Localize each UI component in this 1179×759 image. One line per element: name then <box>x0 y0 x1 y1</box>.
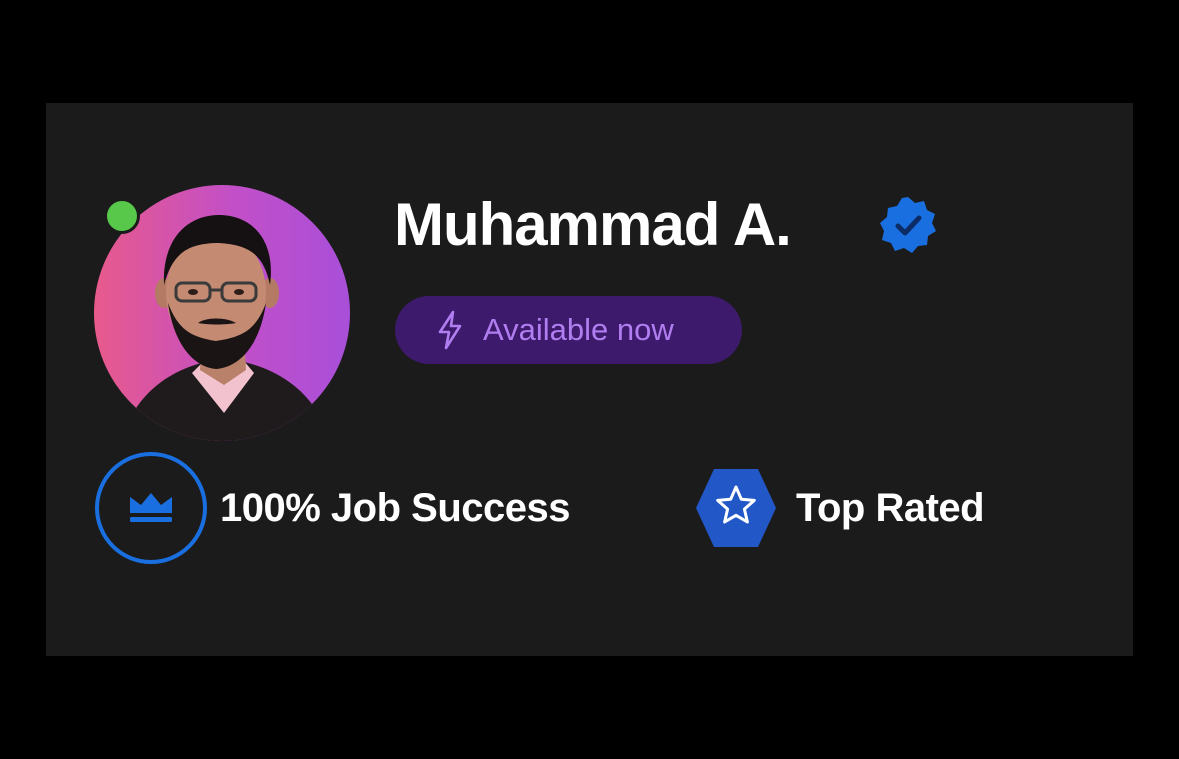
top-rated-label: Top Rated <box>796 485 985 530</box>
availability-badge[interactable]: Available now <box>395 296 742 364</box>
freelancer-name[interactable]: Muhammad A. <box>394 189 792 261</box>
job-success-label: 100% Job Success <box>220 485 571 530</box>
top-rated-stat[interactable]: Top Rated <box>694 463 985 553</box>
star-icon <box>696 469 776 547</box>
online-status-indicator <box>104 198 140 234</box>
availability-label: Available now <box>483 312 674 347</box>
profile-card: Muhammad A. Available now 100% Job Succe… <box>46 103 1133 656</box>
crown-icon <box>95 452 207 564</box>
lightning-bolt-icon <box>438 310 462 350</box>
job-success-stat[interactable]: 100% Job Success <box>94 451 571 565</box>
verified-badge-icon <box>880 197 936 253</box>
